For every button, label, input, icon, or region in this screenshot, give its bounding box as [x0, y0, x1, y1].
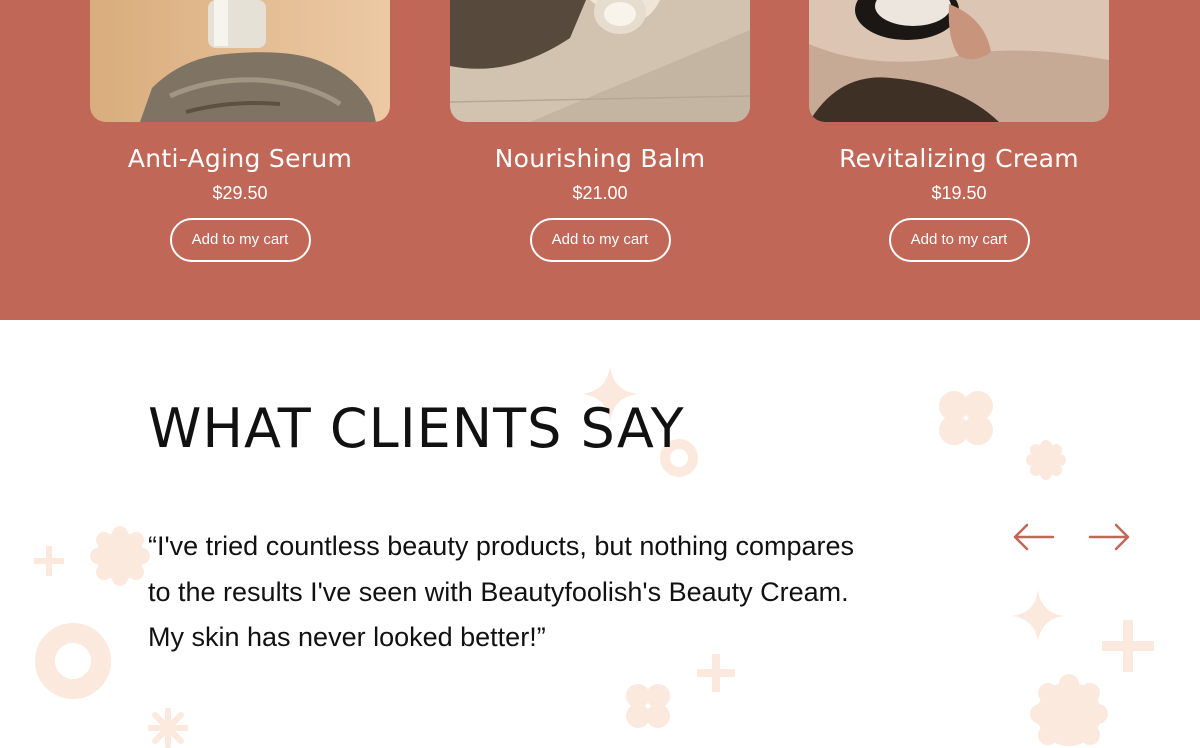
asterisk-icon: [148, 708, 188, 748]
add-to-cart-button[interactable]: Add to my cart: [169, 218, 311, 262]
arrow-left-icon: [1013, 523, 1055, 551]
flower-icon: [626, 684, 670, 728]
testimonial-quote: “I've tried countless beauty products, b…: [148, 531, 855, 652]
product-title[interactable]: Anti-Aging Serum: [90, 144, 390, 174]
flower-icon: [939, 391, 993, 445]
scalloped-circle-icon: [1026, 440, 1066, 480]
product-title[interactable]: Revitalizing Cream: [809, 144, 1109, 174]
arrow-right-icon: [1088, 523, 1130, 551]
next-button[interactable]: [1088, 520, 1132, 554]
add-to-cart-button[interactable]: Add to my cart: [529, 218, 671, 262]
product-price: $29.50: [212, 183, 268, 203]
scalloped-circle-icon: [1030, 674, 1108, 746]
ring-icon: [35, 623, 111, 699]
product-title[interactable]: Nourishing Balm: [450, 144, 750, 174]
section-heading: WHAT CLIENTS SAY: [148, 397, 685, 460]
product-price: $19.50: [931, 183, 987, 203]
plus-icon: [34, 546, 64, 576]
product-image[interactable]: [90, 0, 390, 122]
sparkle-icon: [1012, 590, 1064, 642]
scalloped-circle-icon: [90, 526, 150, 586]
add-to-cart-button[interactable]: Add to my cart: [888, 218, 1030, 262]
products-section: Anti-Aging Serum $29.50 Add to my cart N…: [0, 0, 1200, 320]
product-image[interactable]: [450, 0, 750, 122]
product-card: Anti-Aging Serum $29.50 Add to my cart: [90, 0, 390, 262]
product-image[interactable]: [809, 0, 1109, 122]
product-price: $21.00: [572, 183, 628, 203]
previous-button[interactable]: [1011, 520, 1055, 554]
plus-icon: [1102, 620, 1154, 672]
product-card: Revitalizing Cream $19.50 Add to my cart: [809, 0, 1109, 262]
product-card: Nourishing Balm $21.00 Add to my cart: [450, 0, 750, 262]
